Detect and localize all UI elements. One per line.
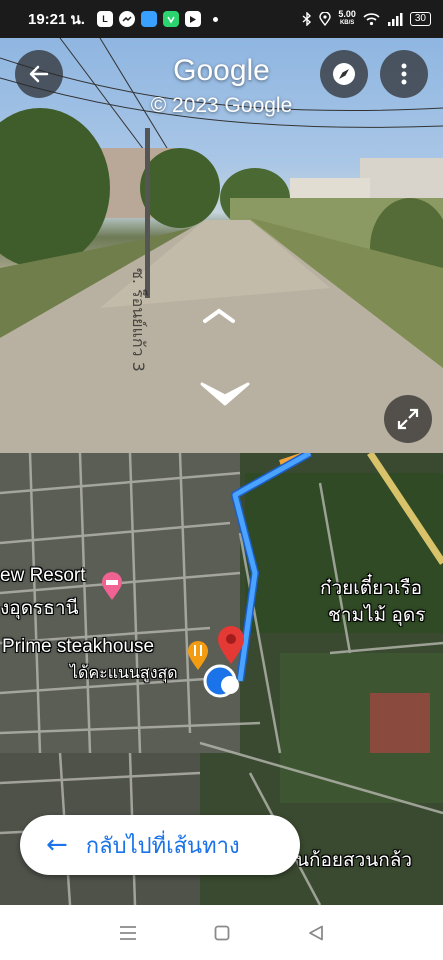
- speed-value: 5.00: [338, 9, 356, 19]
- forward-arrow[interactable]: [203, 308, 235, 324]
- street-view-panel[interactable]: Google © 2023 Google ซ. ร็อนย์แก้ว 3: [0, 38, 443, 453]
- more-options-button[interactable]: [380, 50, 428, 98]
- bluetooth-icon: [302, 12, 312, 26]
- more-notifications-dot: [212, 16, 218, 22]
- arrow-left-icon: [29, 65, 49, 83]
- line-app-icon: L: [96, 11, 113, 27]
- notification-icons: L: [96, 11, 218, 27]
- map-label-bottom-place: นก้อยสวนกล้ว: [296, 850, 413, 871]
- network-speed: 5.00 KB/S: [338, 10, 356, 28]
- road-name-label: ซ. ร็อนย์แก้ว 3: [129, 268, 148, 372]
- more-vert-icon: [401, 63, 407, 85]
- map-label-noodle-1: ก๋วยเตี๋ยวเรือ: [320, 578, 423, 599]
- expand-button[interactable]: [384, 395, 432, 443]
- street-view-title: Google: [173, 54, 270, 87]
- map-label-resort-2: งอุดรธานี: [0, 598, 79, 619]
- back-triangle-icon[interactable]: [308, 925, 324, 941]
- destination-pin-icon[interactable]: [216, 625, 246, 665]
- compass-button[interactable]: [320, 50, 368, 98]
- map-label-steakhouse: Prime steakhouse: [2, 636, 155, 657]
- map-label-noodle-2: ชามไม้ อุดร: [328, 605, 426, 626]
- map-label-rating: ได้คะแนนสูงสุด: [70, 665, 178, 682]
- location-icon: [319, 12, 332, 26]
- compass-icon: [333, 63, 355, 85]
- system-nav-bar: [0, 905, 443, 960]
- backward-arrow[interactable]: [198, 378, 252, 410]
- hotel-pin-icon[interactable]: [100, 571, 124, 601]
- battery-indicator: 30: [409, 12, 431, 26]
- current-location-icon[interactable]: [200, 661, 244, 705]
- messenger-app-icon: [118, 11, 135, 27]
- wifi-icon: [363, 13, 380, 26]
- home-square-icon[interactable]: [214, 925, 230, 941]
- back-button[interactable]: [15, 50, 63, 98]
- map-label-resort-1: ew Resort: [0, 565, 86, 586]
- status-bar: 19:21 น. L 5.00 KB/S 30: [0, 0, 443, 38]
- status-time: 19:21 น.: [28, 11, 85, 28]
- menu-icon[interactable]: [119, 925, 137, 941]
- status-right: 5.00 KB/S 30: [302, 10, 431, 28]
- speed-unit: KB/S: [339, 20, 355, 26]
- lineman-app-icon: [162, 11, 179, 27]
- signal-icon: [387, 12, 403, 26]
- app-notification-icon: [140, 11, 157, 27]
- back-to-route-button[interactable]: ← กลับไปที่เส้นทาง: [20, 815, 300, 875]
- arrow-left-icon: ←: [46, 830, 68, 860]
- satellite-map[interactable]: ew Resort งอุดรธานี Prime steakhouse ได้…: [0, 453, 443, 905]
- street-view-copyright: © 2023 Google: [150, 94, 293, 117]
- youtube-app-icon: [184, 11, 201, 27]
- back-to-route-label: กลับไปที่เส้นทาง: [85, 833, 240, 859]
- expand-icon: [397, 408, 419, 430]
